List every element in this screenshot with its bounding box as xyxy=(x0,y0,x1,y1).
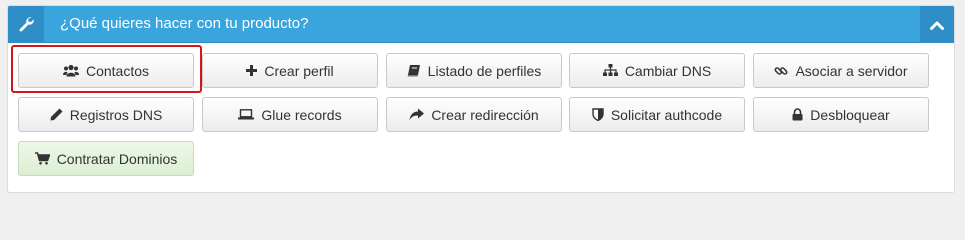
crear-redireccion-button[interactable]: Crear redirección xyxy=(386,97,562,132)
shield-icon xyxy=(592,108,604,121)
chevron-up-icon xyxy=(930,15,944,34)
panel-header: ¿Qué quieres hacer con tu producto? xyxy=(8,6,954,43)
listado-de-perfiles-label: Listado de perfiles xyxy=(427,62,542,79)
pencil-icon xyxy=(50,108,63,121)
plus-icon xyxy=(246,65,258,76)
panel-title: ¿Qué quieres hacer con tu producto? xyxy=(60,15,309,32)
registros-dns-label: Registros DNS xyxy=(69,106,163,123)
registros-dns-button[interactable]: Registros DNS xyxy=(18,97,194,132)
crear-redireccion-label: Crear redirección xyxy=(431,106,539,123)
contactos-label: Contactos xyxy=(85,62,150,79)
lock-icon xyxy=(792,108,803,121)
crear-perfil-label: Crear perfil xyxy=(264,62,334,79)
collapse-button[interactable] xyxy=(920,6,954,42)
glue-records-button[interactable]: Glue records xyxy=(202,97,378,132)
contactos-button[interactable]: Contactos xyxy=(18,53,194,88)
listado-de-perfiles-button[interactable]: Listado de perfiles xyxy=(386,53,562,88)
share-arrow-icon xyxy=(409,108,425,121)
sitemap-icon xyxy=(602,64,618,77)
book-icon xyxy=(407,64,421,77)
laptop-icon xyxy=(238,109,255,120)
desbloquear-label: Desbloquear xyxy=(810,106,890,123)
glue-records-label: Glue records xyxy=(261,106,342,123)
cart-icon xyxy=(34,152,50,165)
solicitar-authcode-label: Solicitar authcode xyxy=(610,106,723,123)
cambiar-dns-button[interactable]: Cambiar DNS xyxy=(569,53,745,88)
contratar-dominios-label: Contratar Dominios xyxy=(56,150,178,167)
asociar-a-servidor-label: Asociar a servidor xyxy=(795,62,908,79)
cambiar-dns-label: Cambiar DNS xyxy=(624,62,712,79)
contratar-dominios-button[interactable]: Contratar Dominios xyxy=(18,141,194,176)
solicitar-authcode-button[interactable]: Solicitar authcode xyxy=(569,97,745,132)
crear-perfil-button[interactable]: Crear perfil xyxy=(202,53,378,88)
desbloquear-button[interactable]: Desbloquear xyxy=(753,97,929,132)
asociar-a-servidor-button[interactable]: Asociar a servidor xyxy=(753,53,929,88)
users-icon xyxy=(62,64,79,77)
link-icon xyxy=(774,64,788,78)
wrench-icon xyxy=(8,6,44,42)
